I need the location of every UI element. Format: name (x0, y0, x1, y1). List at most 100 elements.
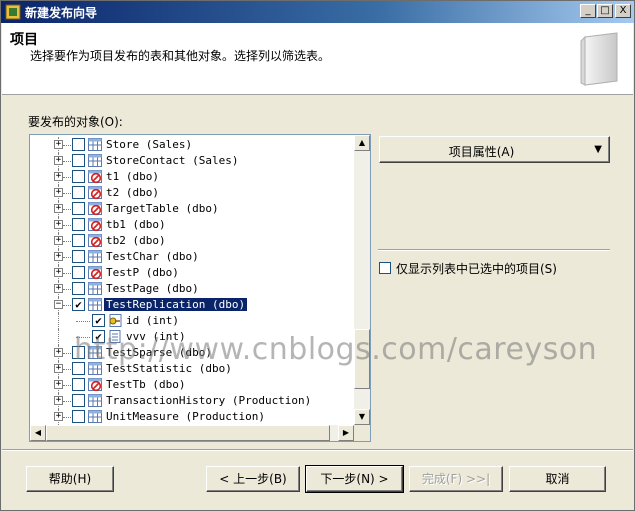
publish-checkbox[interactable] (72, 218, 85, 231)
publish-checkbox[interactable] (72, 250, 85, 263)
tree-branch-line (63, 161, 71, 162)
expand-icon[interactable]: + (54, 284, 63, 293)
tree-table-row[interactable]: + tb2 (dbo) (30, 233, 354, 249)
horizontal-scroll-thumb[interactable] (46, 425, 330, 441)
scroll-left-icon[interactable]: ◀ (30, 425, 46, 441)
scroll-up-icon[interactable]: ▲ (354, 135, 370, 151)
publication-graphic-icon (580, 32, 618, 86)
expand-icon[interactable]: + (54, 364, 63, 373)
publish-checkbox[interactable]: ✔ (72, 298, 85, 311)
tree-table-row[interactable]: + TestStatistic (dbo) (30, 361, 354, 377)
tree-table-row[interactable]: + t1 (dbo) (30, 169, 354, 185)
objects-to-publish-label: 要发布的对象(O): (28, 115, 123, 129)
publish-checkbox[interactable] (72, 170, 85, 183)
tree-branch-line (63, 417, 71, 418)
maximize-button[interactable]: □ (597, 4, 613, 18)
table-icon (88, 362, 102, 375)
scroll-right-icon[interactable]: ▶ (338, 425, 354, 441)
collapse-icon[interactable]: − (54, 300, 63, 309)
horizontal-scrollbar[interactable]: ◀ ▶ (30, 425, 354, 441)
expand-icon[interactable]: + (54, 252, 63, 261)
cancel-button[interactable]: 取消 (509, 466, 606, 492)
tree-table-row[interactable]: − ✔ TestReplication (dbo) (30, 297, 354, 313)
article-properties-button[interactable]: 项目属性(A) ▼ (379, 136, 610, 163)
objects-tree[interactable]: + Store (Sales) + StoreContact (Sales) + t1 (… (29, 134, 371, 442)
tree-table-row[interactable]: + TestP (dbo) (30, 265, 354, 281)
expand-icon[interactable]: + (54, 220, 63, 229)
publish-checkbox[interactable] (72, 154, 85, 167)
table-blocked-icon (88, 234, 102, 248)
publish-checkbox[interactable] (72, 266, 85, 279)
tree-column-row[interactable]: ✔ id (int) (30, 313, 354, 329)
show-only-checked-label: 仅显示列表中已选中的项目(S) (396, 262, 557, 276)
tree-branch-line (63, 225, 71, 226)
back-button[interactable]: < 上一步(B) (206, 466, 300, 492)
next-button[interactable]: 下一步(N) > (305, 465, 404, 493)
new-publication-wizard-window: 新建发布向导 _ □ X 项目 选择要作为项目发布的表和其他对象。选择列以筛选表… (0, 0, 635, 511)
tree-branch-line (63, 289, 71, 290)
tree-item-label: TestPage (dbo) (106, 282, 199, 295)
tree-branch-line (63, 209, 71, 210)
tree-guide-line (58, 329, 59, 345)
tree-item-label: id (int) (126, 314, 179, 327)
publish-checkbox[interactable] (72, 234, 85, 247)
tree-branch-line (63, 305, 71, 306)
publish-checkbox[interactable] (72, 282, 85, 295)
publish-checkbox[interactable] (72, 202, 85, 215)
tree-item-label: TestTb (dbo) (106, 378, 186, 391)
table-blocked-icon (88, 202, 102, 216)
publish-checkbox[interactable]: ✔ (92, 314, 105, 327)
minimize-button[interactable]: _ (580, 4, 596, 18)
expand-icon[interactable]: + (54, 156, 63, 165)
expand-icon[interactable]: + (54, 188, 63, 197)
tree-table-row[interactable]: + TestChar (dbo) (30, 249, 354, 265)
publish-checkbox[interactable] (72, 138, 85, 151)
tree-table-row[interactable]: + tb1 (dbo) (30, 217, 354, 233)
tree-table-row[interactable]: + TestPage (dbo) (30, 281, 354, 297)
help-button[interactable]: 帮助(H) (26, 466, 114, 492)
tree-table-row[interactable]: + TestSparse (dbo) (30, 345, 354, 361)
table-blocked-icon (88, 266, 102, 280)
tree-column-row[interactable]: ✔ vvv (int) (30, 329, 354, 345)
expand-icon[interactable]: + (54, 412, 63, 421)
expand-icon[interactable]: + (54, 348, 63, 357)
publish-checkbox[interactable] (72, 186, 85, 199)
finish-button[interactable]: 完成(F) >>| (409, 466, 503, 492)
table-blocked-icon (88, 218, 102, 232)
tree-branch-line (63, 385, 71, 386)
expand-icon[interactable]: + (54, 380, 63, 389)
vertical-scrollbar[interactable]: ▲ ▼ (354, 135, 370, 425)
tree-item-label: TestReplication (dbo) (104, 298, 248, 311)
publish-checkbox[interactable] (72, 394, 85, 407)
tree-table-row[interactable]: + Store (Sales) (30, 137, 354, 153)
dropdown-arrow-icon: ▼ (594, 144, 602, 155)
publish-checkbox[interactable] (72, 410, 85, 423)
publish-checkbox[interactable] (72, 362, 85, 375)
expand-icon[interactable]: + (54, 140, 63, 149)
tree-table-row[interactable]: + TargetTable (dbo) (30, 201, 354, 217)
close-button[interactable]: X (615, 4, 631, 18)
expand-icon[interactable]: + (54, 268, 63, 277)
vertical-scroll-thumb[interactable] (354, 329, 370, 389)
wizard-app-icon (5, 4, 21, 20)
tree-branch-line (63, 193, 71, 194)
expand-icon[interactable]: + (54, 172, 63, 181)
tree-rows: + Store (Sales) + StoreContact (Sales) + t1 (… (30, 135, 354, 425)
tree-table-row[interactable]: + StoreContact (Sales) (30, 153, 354, 169)
tree-table-row[interactable]: + t2 (dbo) (30, 185, 354, 201)
show-only-checked-checkbox[interactable] (379, 262, 391, 274)
publish-checkbox[interactable]: ✔ (92, 330, 105, 343)
tree-item-label: StoreContact (Sales) (106, 154, 239, 167)
tree-table-row[interactable]: + TransactionHistory (Production) (30, 393, 354, 409)
publish-checkbox[interactable] (72, 378, 85, 391)
publish-checkbox[interactable] (72, 346, 85, 359)
tree-branch-line (76, 321, 90, 322)
expand-icon[interactable]: + (54, 396, 63, 405)
expand-icon[interactable]: + (54, 236, 63, 245)
tree-table-row[interactable]: + UnitMeasure (Production) (30, 409, 354, 425)
tree-table-row[interactable]: + TestTb (dbo) (30, 377, 354, 393)
expand-icon[interactable]: + (54, 204, 63, 213)
scroll-down-icon[interactable]: ▼ (354, 409, 370, 425)
article-properties-label: 项目属性(A) (448, 145, 515, 159)
column-icon (108, 330, 122, 343)
